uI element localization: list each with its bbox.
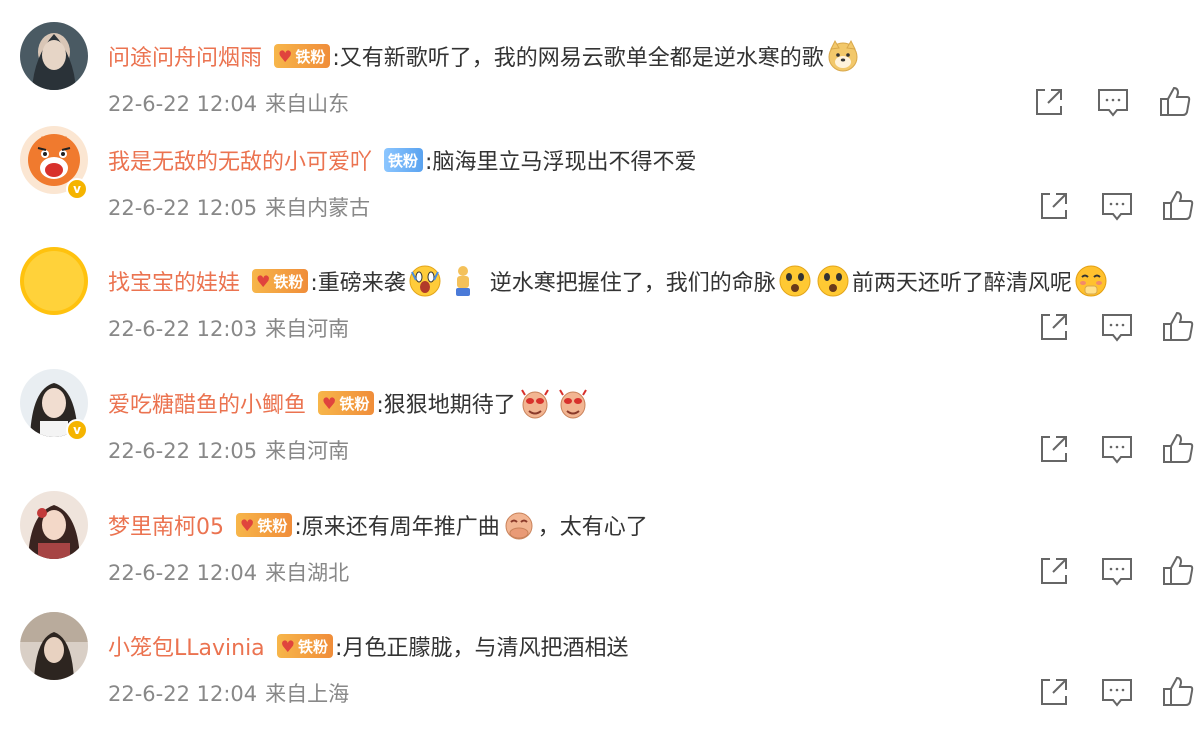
username[interactable]: 梦里南柯05 bbox=[108, 509, 224, 541]
comment-item: 梦里南柯05 ♥ 铁粉 :原来还有周年推广曲 ，太有心了 22-6-22 12:0… bbox=[0, 491, 1196, 611]
share-icon[interactable] bbox=[1036, 188, 1072, 224]
comment-text: :又有新歌听了，我的网易云歌单全都是逆水寒的歌 bbox=[332, 46, 824, 71]
thumbs-up-icon[interactable] bbox=[1160, 553, 1196, 589]
thumbs-up-icon[interactable] bbox=[1160, 431, 1196, 467]
comment-icon[interactable] bbox=[1099, 674, 1135, 710]
share-icon[interactable] bbox=[1036, 674, 1072, 710]
comment-text: :重磅来袭 bbox=[310, 271, 406, 296]
comment-text: :月色正朦胧，与清风把酒相送 bbox=[335, 636, 629, 661]
fan-badge[interactable]: 铁粉 bbox=[384, 148, 424, 172]
comment-item: v 爱吃糖醋鱼的小鲫鱼 ♥ 铁粉 :狠狠地期待了 22-6-22 12:05 来自河… bbox=[0, 369, 1196, 489]
comment-text: :脑海里立马浮现出不得不爱 bbox=[425, 150, 697, 175]
comment-location: 来自河南 bbox=[265, 317, 350, 341]
touched-hands-emoji bbox=[505, 512, 533, 540]
comment-meta: 22-6-22 12:05 来自内蒙古 bbox=[108, 192, 370, 222]
excited-emoji bbox=[520, 389, 549, 419]
avatar[interactable] bbox=[20, 22, 88, 90]
comment-meta: 22-6-22 12:05 来自河南 bbox=[108, 435, 349, 465]
share-icon[interactable] bbox=[1031, 84, 1067, 120]
heart-icon: ♥ bbox=[278, 46, 293, 66]
username[interactable]: 爱吃糖醋鱼的小鲫鱼 bbox=[108, 387, 306, 419]
comment-text: :狠狠地期待了 bbox=[376, 393, 516, 418]
comment-icon[interactable] bbox=[1099, 431, 1135, 467]
fan-badge[interactable]: ♥ 铁粉 bbox=[318, 391, 375, 415]
comment-location: 来自山东 bbox=[265, 92, 350, 116]
thumbs-up-icon[interactable] bbox=[1157, 84, 1193, 120]
comment-icon[interactable] bbox=[1099, 309, 1135, 345]
verified-v-icon: v bbox=[66, 419, 88, 441]
thumbs-up-icon[interactable] bbox=[1160, 309, 1196, 345]
comment-date: 22-6-22 12:04 bbox=[108, 92, 258, 116]
heart-icon: ♥ bbox=[322, 393, 337, 413]
comment-text: 逆水寒把握住了，我们的命脉 bbox=[489, 271, 776, 296]
username[interactable]: 找宝宝的娃娃 bbox=[108, 265, 240, 297]
comment-date: 22-6-22 12:04 bbox=[108, 682, 258, 706]
scared-emoji bbox=[779, 265, 811, 297]
share-icon[interactable] bbox=[1036, 431, 1072, 467]
excited-emoji bbox=[558, 389, 587, 419]
comment-text: :原来还有周年推广曲 bbox=[294, 515, 500, 540]
avatar[interactable] bbox=[20, 491, 88, 559]
verified-v-icon: v bbox=[66, 178, 88, 200]
comment-meta: 22-6-22 12:03 来自河南 bbox=[108, 313, 349, 343]
share-icon[interactable] bbox=[1036, 309, 1072, 345]
avatar[interactable] bbox=[20, 247, 88, 315]
username[interactable]: 小笼包LLavinia bbox=[108, 630, 265, 662]
heart-icon: ♥ bbox=[280, 636, 296, 656]
doge-emoji bbox=[828, 39, 858, 72]
comment-icon[interactable] bbox=[1099, 553, 1135, 589]
comment-item: v 我是无敌的无敌的小可爱吖 铁粉 :脑海里立马浮现出不得不爱 22-6-22 … bbox=[0, 126, 1196, 246]
comment-date: 22-6-22 12:03 bbox=[108, 317, 258, 341]
comment-date: 22-6-22 12:04 bbox=[108, 561, 258, 585]
comment-text: ，太有心了 bbox=[537, 515, 648, 540]
heart-icon: ♥ bbox=[256, 271, 271, 291]
standing-figure-emoji bbox=[455, 266, 470, 296]
heart-icon: ♥ bbox=[240, 515, 255, 535]
comment-meta: 22-6-22 12:04 来自上海 bbox=[108, 678, 349, 708]
thumbs-up-icon[interactable] bbox=[1160, 674, 1196, 710]
comment-icon[interactable] bbox=[1095, 84, 1131, 120]
username[interactable]: 问途问舟问烟雨 bbox=[108, 40, 262, 72]
blushing-emoji bbox=[1075, 265, 1107, 297]
comment-meta: 22-6-22 12:04 来自湖北 bbox=[108, 557, 349, 587]
comment-meta: 22-6-22 12:04 来自山东 bbox=[108, 88, 349, 118]
fan-badge[interactable]: ♥ 铁粉 bbox=[252, 269, 309, 293]
comment-item: 找宝宝的娃娃 ♥ 铁粉 :重磅来袭 逆水寒把握住了，我们的命脉 前两天还听了醉清… bbox=[0, 247, 1196, 367]
shocked-emoji bbox=[409, 265, 441, 297]
fan-badge[interactable]: ♥ 铁粉 bbox=[276, 634, 334, 658]
comment-list: 问途问舟问烟雨 ♥ 铁粉 :又有新歌听了，我的网易云歌单全都是逆水寒的歌 22-6… bbox=[0, 0, 1196, 718]
fan-badge[interactable]: ♥ 铁粉 bbox=[274, 44, 331, 68]
fan-badge[interactable]: ♥ 铁粉 bbox=[236, 513, 293, 537]
comment-date: 22-6-22 12:05 bbox=[108, 196, 258, 220]
username[interactable]: 我是无敌的无敌的小可爱吖 bbox=[108, 144, 372, 176]
avatar[interactable] bbox=[20, 612, 88, 680]
comment-location: 来自上海 bbox=[265, 682, 350, 706]
comment-icon[interactable] bbox=[1099, 188, 1135, 224]
comment-item: 小笼包LLavinia ♥ 铁粉 :月色正朦胧，与清风把酒相送 22-6-22 1… bbox=[0, 612, 1196, 732]
comment-item: 问途问舟问烟雨 ♥ 铁粉 :又有新歌听了，我的网易云歌单全都是逆水寒的歌 22-6… bbox=[0, 22, 1196, 142]
comment-location: 来自河南 bbox=[265, 439, 350, 463]
thumbs-up-icon[interactable] bbox=[1160, 188, 1196, 224]
comment-location: 来自湖北 bbox=[265, 561, 350, 585]
comment-text: 前两天还听了醉清风呢 bbox=[851, 271, 1072, 296]
comment-date: 22-6-22 12:05 bbox=[108, 439, 258, 463]
comment-location: 来自内蒙古 bbox=[265, 196, 371, 220]
share-icon[interactable] bbox=[1036, 553, 1072, 589]
scared-emoji bbox=[817, 265, 849, 297]
